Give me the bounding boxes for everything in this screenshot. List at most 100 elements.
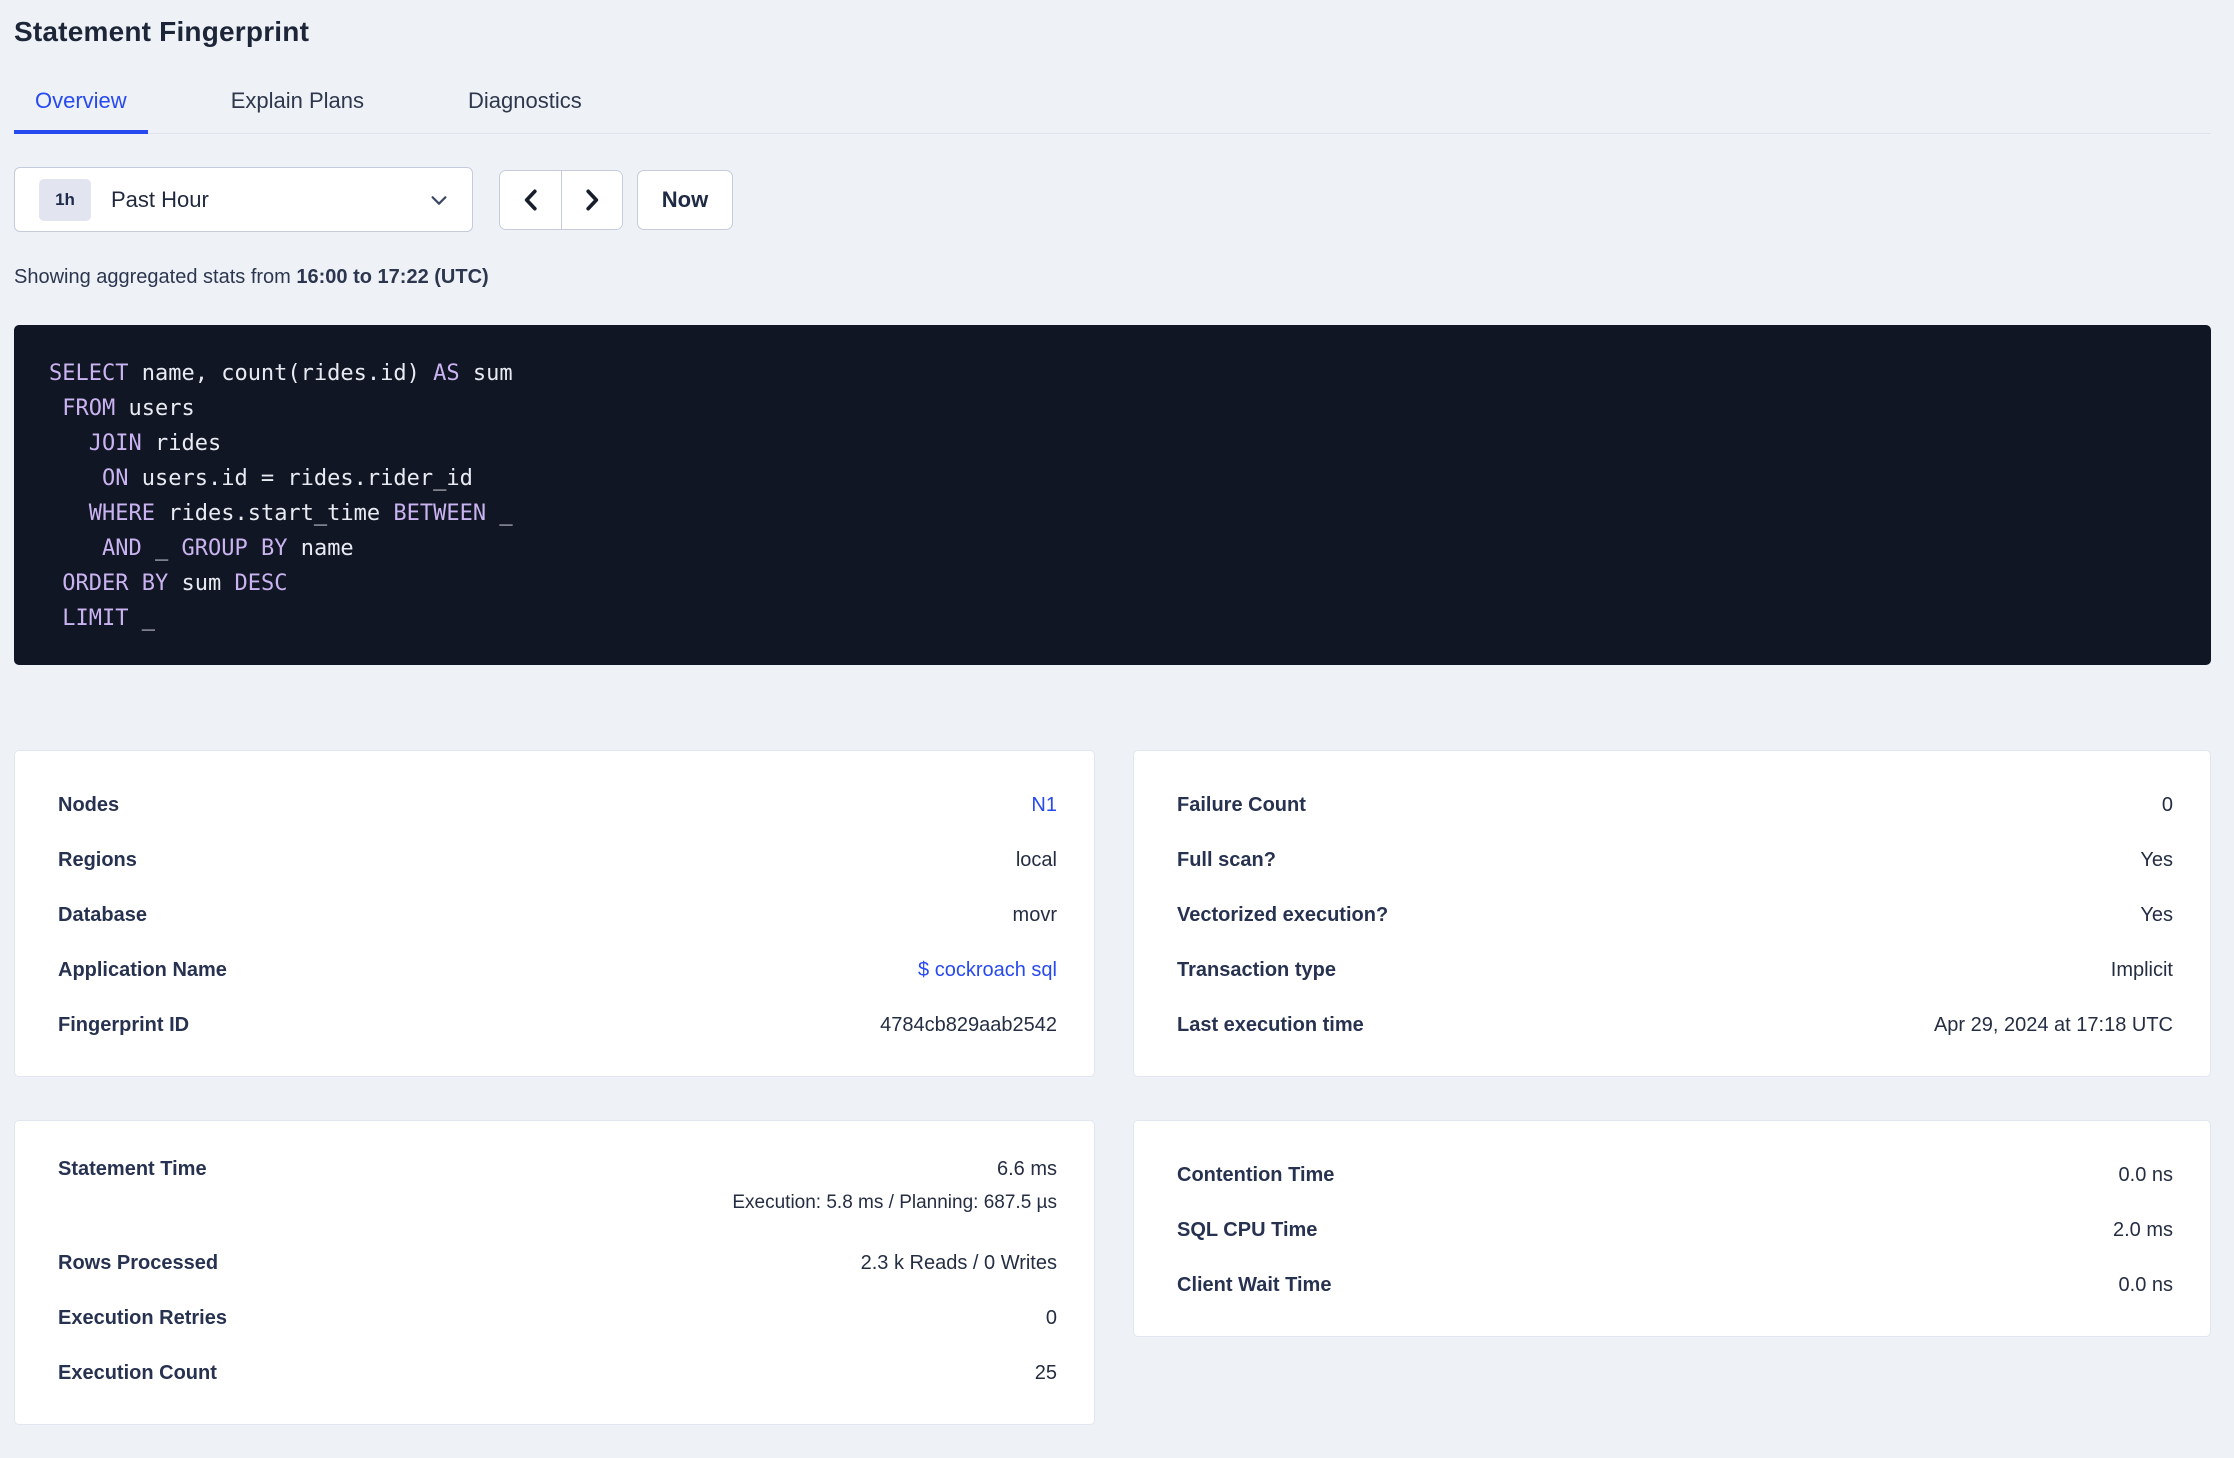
time-nav-button-group bbox=[499, 169, 623, 230]
interval-badge: 1h bbox=[39, 178, 91, 221]
sql-line: ON users.id = rides.rider_id bbox=[101, 466, 473, 491]
sql-line: LIMIT _ bbox=[62, 606, 155, 631]
stats-caption: Showing aggregated stats from 16:00 to 1… bbox=[14, 266, 2211, 289]
info-value-group: 2.3 k Reads / 0 Writes bbox=[861, 1252, 1057, 1275]
info-value-group: Apr 29, 2024 at 17:18 UTC bbox=[1934, 1014, 2173, 1037]
info-value-group: 25 bbox=[1035, 1362, 1057, 1385]
info-row: Full scan? Yes bbox=[1177, 833, 2173, 888]
info-label: Rows Processed bbox=[58, 1252, 219, 1274]
info-label: Vectorized execution? bbox=[1177, 904, 1389, 926]
page-title: Statement Fingerprint bbox=[14, 16, 310, 47]
chevron-right-icon bbox=[579, 187, 605, 213]
next-time-button[interactable] bbox=[561, 170, 622, 229]
time-range-label: Past Hour bbox=[111, 186, 209, 212]
metadata-cards-row: Nodes N1 Regions local Database movr Applicati… bbox=[14, 750, 2211, 1077]
info-value: Yes bbox=[2140, 849, 2173, 871]
value-link[interactable]: N1 bbox=[1031, 794, 1057, 817]
tab-diagnostics[interactable]: Diagnostics bbox=[447, 88, 603, 134]
info-row: Database movr bbox=[58, 888, 1057, 943]
info-value-group: 0.0 ns bbox=[2119, 1164, 2173, 1187]
info-value: local bbox=[1015, 849, 1057, 871]
info-value: Apr 29, 2024 at 17:18 UTC bbox=[1933, 1014, 2173, 1036]
metadata-card-left: Nodes N1 Regions local Database movr Applicati… bbox=[14, 750, 1095, 1077]
info-value: 0 bbox=[1045, 1307, 1057, 1329]
info-value-group: Yes bbox=[2140, 849, 2173, 872]
info-value: 25 bbox=[1034, 1362, 1057, 1384]
info-subvalue: Execution: 5.8 ms / Planning: 687.5 µs bbox=[732, 1192, 1057, 1213]
info-value-group: 0.0 ns bbox=[2119, 1274, 2173, 1297]
info-row: Transaction type Implicit bbox=[1177, 943, 2173, 998]
info-label: Failure Count bbox=[1177, 794, 1306, 816]
info-label: Full scan? bbox=[1177, 849, 1276, 871]
info-label: Fingerprint ID bbox=[58, 1014, 190, 1036]
sql-line: AND _ GROUP BY name bbox=[101, 536, 354, 561]
info-row: Vectorized execution? Yes bbox=[1177, 888, 2173, 943]
info-row: Failure Count 0 bbox=[1177, 778, 2173, 833]
stats-caption-range: 16:00 to 17:22 (UTC) bbox=[296, 266, 489, 288]
info-label: Transaction type bbox=[1177, 959, 1336, 981]
info-value-group: 0 bbox=[2162, 794, 2173, 817]
sql-statement-box: SELECT name, count(rides.id) AS sum FROM… bbox=[14, 325, 2211, 665]
info-label: SQL CPU Time bbox=[1177, 1219, 1318, 1241]
info-value: 0.0 ns bbox=[2118, 1274, 2173, 1296]
info-value-group: movr bbox=[1013, 904, 1057, 927]
info-value: 2.0 ms bbox=[2112, 1219, 2173, 1241]
sql-line: FROM users bbox=[62, 396, 195, 421]
info-value-group: Yes bbox=[2140, 904, 2173, 927]
stats-card-left: Statement Time 6.6 ms Execution: 5.8 ms / … bbox=[14, 1120, 1095, 1425]
info-row: Last execution time Apr 29, 2024 at 17:18… bbox=[1177, 998, 2173, 1053]
statement-fingerprint-page: Statement Fingerprint Overview Explain P… bbox=[0, 0, 2234, 1458]
sql-line: WHERE rides.start_time BETWEEN _ bbox=[88, 501, 513, 526]
info-value-group: Implicit bbox=[2111, 959, 2173, 982]
info-label: Execution Retries bbox=[58, 1307, 227, 1329]
info-row: SQL CPU Time 2.0 ms bbox=[1177, 1203, 2173, 1258]
info-row: Application Name $ cockroach sql bbox=[58, 943, 1057, 998]
info-value-group: 0 bbox=[1046, 1307, 1057, 1330]
tab-overview[interactable]: Overview bbox=[14, 88, 148, 134]
chevron-left-icon bbox=[518, 187, 544, 213]
stats-cards-row: Statement Time 6.6 ms Execution: 5.8 ms / … bbox=[14, 1120, 2211, 1425]
info-value: 0 bbox=[2161, 794, 2173, 816]
previous-time-button[interactable] bbox=[500, 170, 561, 229]
info-value-group: 2.0 ms bbox=[2113, 1219, 2173, 1242]
info-value-group: $ cockroach sql bbox=[918, 959, 1057, 982]
chevron-down-icon bbox=[428, 189, 450, 211]
info-row: Nodes N1 bbox=[58, 778, 1057, 833]
info-label: Regions bbox=[58, 849, 137, 871]
info-label: Statement Time bbox=[58, 1158, 207, 1180]
info-label: Database bbox=[58, 904, 147, 926]
info-row: Execution Retries 0 bbox=[58, 1291, 1057, 1346]
info-row: Rows Processed 2.3 k Reads / 0 Writes bbox=[58, 1236, 1057, 1291]
info-label: Client Wait Time bbox=[1177, 1274, 1332, 1296]
info-value: Yes bbox=[2140, 904, 2173, 926]
info-value-group: local bbox=[1016, 849, 1057, 872]
info-value: movr bbox=[1012, 904, 1057, 926]
time-picker-row: 1h Past Hour Now bbox=[14, 167, 2211, 232]
info-label: Application Name bbox=[58, 959, 227, 981]
info-row: Contention Time 0.0 ns bbox=[1177, 1148, 2173, 1203]
info-label: Contention Time bbox=[1177, 1164, 1335, 1186]
info-label: Execution Count bbox=[58, 1362, 217, 1384]
info-value: 4784cb829aab2542 bbox=[880, 1014, 1057, 1036]
info-value-group: N1 bbox=[1031, 794, 1057, 817]
tabs-bar: Overview Explain Plans Diagnostics bbox=[14, 88, 2211, 134]
sql-line: SELECT name, count(rides.id) AS sum bbox=[49, 361, 513, 386]
info-label: Last execution time bbox=[1177, 1014, 1364, 1036]
now-button[interactable]: Now bbox=[637, 169, 733, 230]
time-interval-dropdown[interactable]: 1h Past Hour bbox=[14, 167, 473, 232]
info-row: Fingerprint ID 4784cb829aab2542 bbox=[58, 998, 1057, 1053]
sql-line: JOIN rides bbox=[88, 431, 222, 456]
info-value-group: 6.6 ms Execution: 5.8 ms / Planning: 687.… bbox=[732, 1158, 1057, 1214]
value-link[interactable]: $ cockroach sql bbox=[918, 959, 1057, 982]
stats-card-right: Contention Time 0.0 ns SQL CPU Time 2.0 ms C… bbox=[1133, 1120, 2211, 1337]
stats-caption-prefix: Showing aggregated stats from bbox=[14, 266, 297, 288]
metadata-card-right: Failure Count 0 Full scan? Yes Vectorized ex… bbox=[1133, 750, 2211, 1077]
info-row: Client Wait Time 0.0 ns bbox=[1177, 1258, 2173, 1313]
info-value-group: 4784cb829aab2542 bbox=[880, 1014, 1057, 1037]
info-value: Implicit bbox=[2110, 959, 2173, 981]
info-value: 0.0 ns bbox=[2118, 1164, 2173, 1186]
info-value: 6.6 ms bbox=[996, 1158, 1057, 1180]
info-value: 2.3 k Reads / 0 Writes bbox=[860, 1252, 1057, 1274]
tab-explain-plans[interactable]: Explain Plans bbox=[210, 88, 385, 134]
info-row: Statement Time 6.6 ms Execution: 5.8 ms / … bbox=[58, 1148, 1057, 1236]
